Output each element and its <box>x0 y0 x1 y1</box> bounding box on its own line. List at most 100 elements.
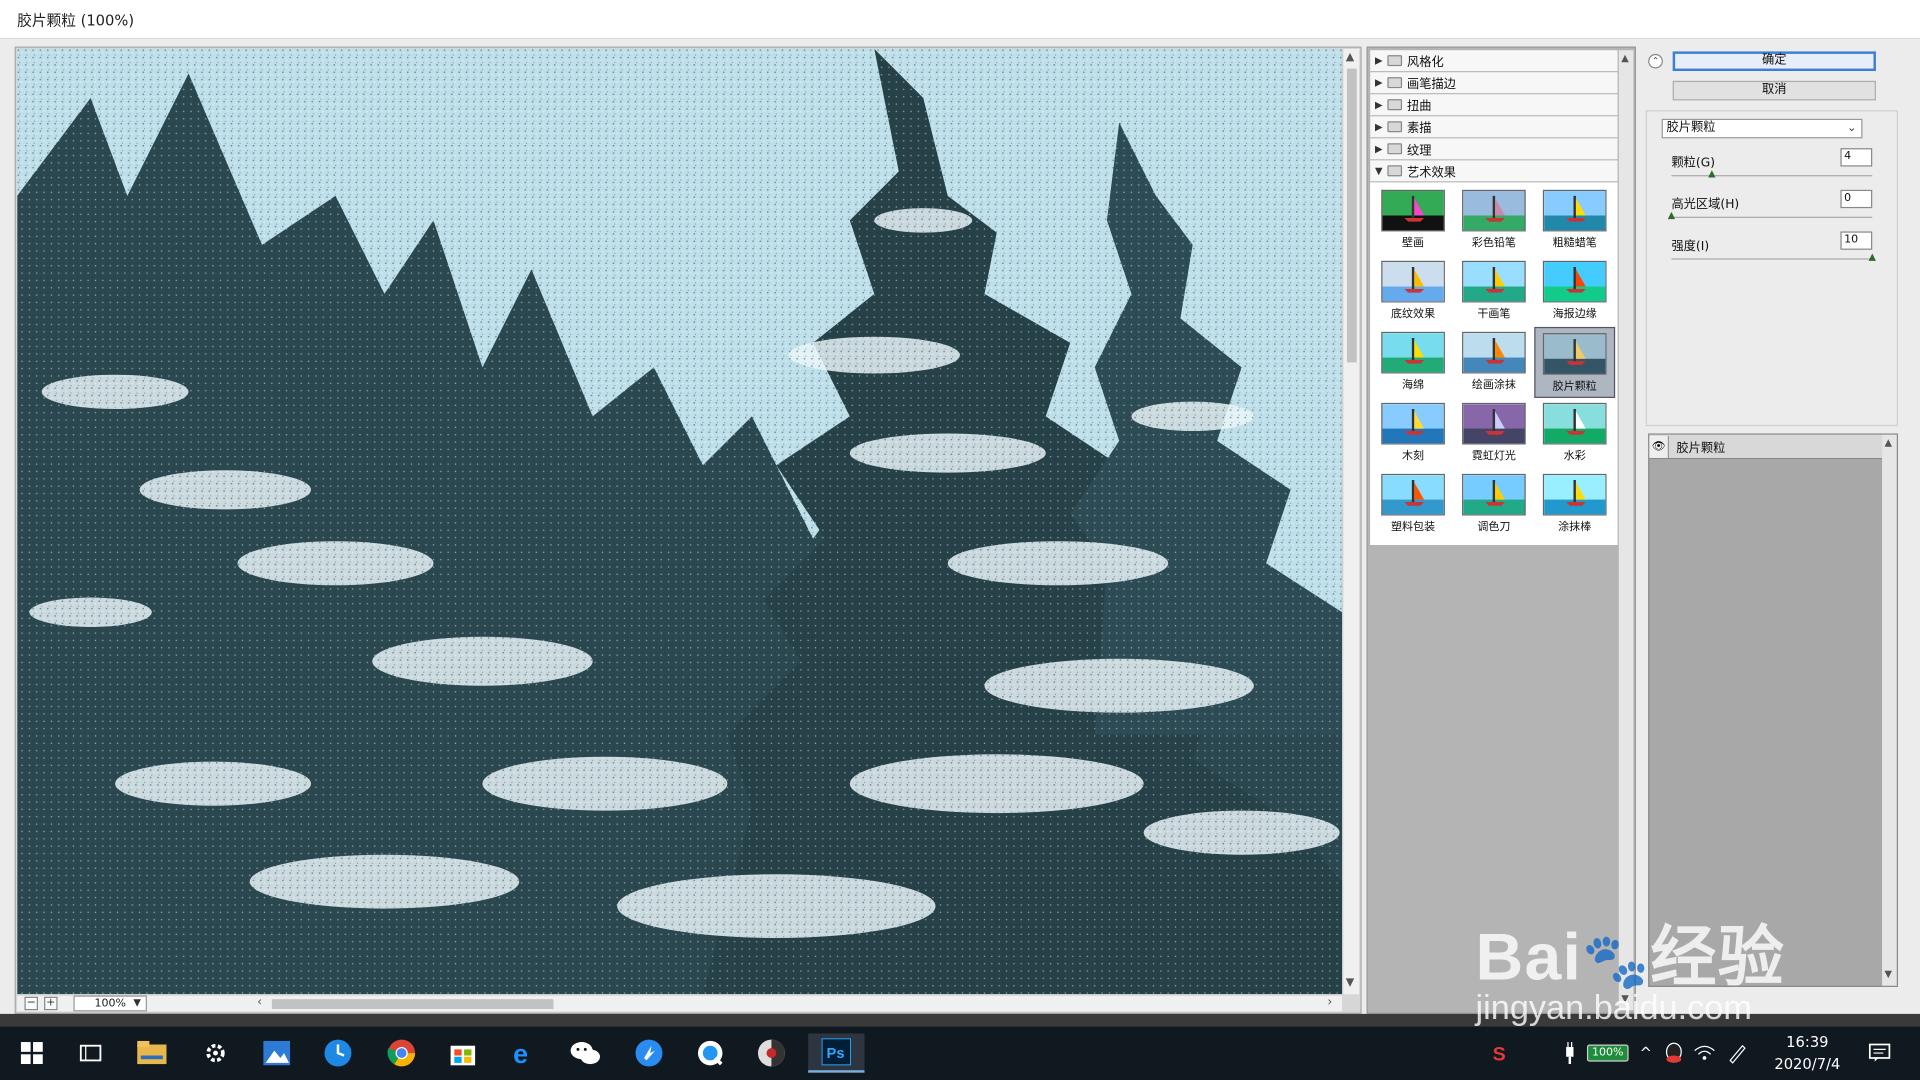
category-artistic[interactable]: ▼ 艺术效果 <box>1370 160 1618 183</box>
folder-icon <box>1387 77 1403 89</box>
category-brush-strokes[interactable]: ▶ 画笔描边 <box>1370 72 1618 95</box>
highlight-value-field[interactable]: 0 <box>1840 189 1873 209</box>
file-explorer-icon[interactable] <box>132 1033 171 1072</box>
filter-thumbnail[interactable]: 底纹效果 <box>1373 256 1454 327</box>
system-clock[interactable]: 16:39 2020/7/4 <box>1763 1033 1851 1072</box>
scroll-left-arrow-icon[interactable]: ‹ <box>257 996 262 1009</box>
ok-button[interactable]: 确定 <box>1672 51 1876 72</box>
cancel-button[interactable]: 取消 <box>1672 80 1876 101</box>
notification-center-icon[interactable] <box>1861 1033 1898 1072</box>
category-label: 艺术效果 <box>1406 166 1456 181</box>
media-app-icon[interactable] <box>752 1033 791 1072</box>
category-stylize[interactable]: ▶ 风格化 <box>1370 50 1618 73</box>
filter-preview-image <box>1381 331 1445 374</box>
filter-label: 调色刀 <box>1477 521 1511 534</box>
effect-layer-row[interactable]: 👁 胶片颗粒 <box>1649 434 1883 460</box>
scroll-up-arrow-icon[interactable]: ▲ <box>1621 53 1629 64</box>
filter-preview-image <box>1542 333 1607 375</box>
collapse-gallery-icon[interactable]: ⌃ <box>1648 53 1663 69</box>
filter-thumbnail[interactable]: 水彩 <box>1534 398 1615 469</box>
folder-icon <box>1387 55 1403 67</box>
gallery-scrollbar[interactable]: ▲ ▼ <box>1618 50 1634 1011</box>
settings-gear-icon[interactable] <box>196 1033 235 1072</box>
category-texture[interactable]: ▶ 纹理 <box>1370 138 1618 161</box>
clock-app-icon[interactable] <box>318 1033 357 1072</box>
svg-text:e: e <box>513 1039 528 1068</box>
chevron-down-icon[interactable]: ▼ <box>130 997 145 1010</box>
collapse-triangle-icon[interactable]: ▼ <box>1370 165 1387 176</box>
filter-gallery: ▶ 风格化 ▶ 画笔描边 ▶ 扭曲 ▶ 素描 ▶ 纹理 ▼ 艺术效果 壁画 彩色… <box>1366 46 1636 1014</box>
slider-track[interactable] <box>1671 216 1873 218</box>
filter-thumbnail[interactable]: 彩色铅笔 <box>1453 185 1534 256</box>
filter-thumbnail[interactable]: 涂抹棒 <box>1534 469 1615 540</box>
folder-icon <box>1387 121 1403 133</box>
filter-preview-image <box>1381 260 1445 303</box>
wifi-icon[interactable] <box>1690 1033 1719 1072</box>
expand-triangle-icon[interactable]: ▶ <box>1370 55 1387 66</box>
category-distort[interactable]: ▶ 扭曲 <box>1370 94 1618 117</box>
watermark-brand: Bai🐾经验 <box>1476 902 1786 999</box>
preview-image[interactable] <box>17 48 1343 995</box>
task-view-icon[interactable] <box>71 1033 110 1072</box>
eye-icon[interactable]: 👁 <box>1649 435 1669 458</box>
photos-icon[interactable] <box>257 1033 296 1072</box>
watermark-brand-text: Bai <box>1475 920 1583 995</box>
power-plug-icon[interactable] <box>1558 1033 1582 1072</box>
filter-thumbnail[interactable]: 塑料包装 <box>1373 469 1454 540</box>
filter-thumbnail[interactable]: 胶片颗粒 <box>1534 326 1616 398</box>
horizontal-scroll-thumb[interactable] <box>271 999 554 1009</box>
qq-icon[interactable] <box>1660 1033 1687 1072</box>
filter-thumbnail[interactable]: 干画笔 <box>1453 256 1534 327</box>
scroll-down-arrow-icon[interactable]: ▼ <box>1346 977 1354 989</box>
filter-thumbnail[interactable]: 木刻 <box>1373 398 1454 469</box>
category-label: 纹理 <box>1406 144 1432 158</box>
battery-indicator[interactable]: 100% <box>1586 1044 1629 1062</box>
filter-thumbnail[interactable]: 海绵 <box>1373 327 1454 398</box>
expand-triangle-icon[interactable]: ▶ <box>1370 99 1387 110</box>
slider-knob[interactable] <box>1868 253 1876 261</box>
browser-q-icon[interactable] <box>691 1033 730 1072</box>
slider-knob[interactable] <box>1667 211 1676 220</box>
filter-select[interactable]: 胶片颗粒 ⌄ <box>1661 118 1863 139</box>
filter-thumbnail[interactable]: 海报边缘 <box>1534 256 1615 327</box>
category-label: 扭曲 <box>1406 100 1432 114</box>
filter-thumbnail[interactable]: 霓虹灯光 <box>1453 398 1534 469</box>
filter-thumbnail[interactable]: 粗糙蜡笔 <box>1534 185 1615 256</box>
photoshop-taskbar-icon[interactable]: Ps <box>808 1033 865 1073</box>
slider-knob[interactable] <box>1707 170 1716 178</box>
svg-text:S: S <box>1493 1043 1506 1065</box>
scroll-thumb[interactable] <box>1346 68 1357 363</box>
chrome-icon[interactable] <box>382 1033 421 1072</box>
store-icon[interactable] <box>443 1033 482 1072</box>
expand-triangle-icon[interactable]: ▶ <box>1370 77 1387 88</box>
scroll-right-arrow-icon[interactable]: › <box>1327 996 1332 1009</box>
feishu-icon[interactable] <box>629 1033 668 1072</box>
folder-icon <box>1387 99 1403 111</box>
filter-thumbnail[interactable]: 绘画涂抹 <box>1453 327 1534 398</box>
expand-triangle-icon[interactable]: ▶ <box>1370 143 1387 154</box>
preview-vertical-scrollbar[interactable]: ▲ ▼ <box>1342 48 1360 995</box>
filter-label: 壁画 <box>1402 237 1425 250</box>
windows-taskbar: e Ps S 100% ^ 16:39 2020/7/4 <box>0 1026 1920 1080</box>
ie-browser-icon[interactable]: e <box>504 1033 543 1072</box>
zoom-out-button[interactable]: − <box>24 996 38 1011</box>
paw-icon: 🐾 <box>1582 931 1651 992</box>
windows-start-icon[interactable] <box>12 1033 51 1072</box>
filter-thumbnail[interactable]: 调色刀 <box>1453 469 1534 540</box>
pen-icon[interactable] <box>1722 1033 1754 1072</box>
scroll-up-arrow-icon[interactable]: ▲ <box>1885 437 1893 448</box>
category-sketch[interactable]: ▶ 素描 <box>1370 116 1618 139</box>
folder-icon <box>1387 143 1403 155</box>
wechat-icon[interactable] <box>566 1033 605 1072</box>
zoom-in-button[interactable]: + <box>44 996 58 1011</box>
intensity-value-field[interactable]: 10 <box>1840 231 1873 250</box>
title-bar: 胶片颗粒 (100%) <box>0 0 1920 40</box>
grain-value-field[interactable]: 4 <box>1840 148 1873 167</box>
chevron-up-icon[interactable]: ^ <box>1633 1033 1657 1072</box>
slider-track[interactable] <box>1671 258 1873 260</box>
sogou-input-icon[interactable]: S <box>1482 1033 1521 1072</box>
slider-track[interactable] <box>1671 175 1873 177</box>
scroll-up-arrow-icon[interactable]: ▲ <box>1346 51 1354 63</box>
expand-triangle-icon[interactable]: ▶ <box>1370 121 1387 132</box>
filter-thumbnail[interactable]: 壁画 <box>1373 185 1454 256</box>
